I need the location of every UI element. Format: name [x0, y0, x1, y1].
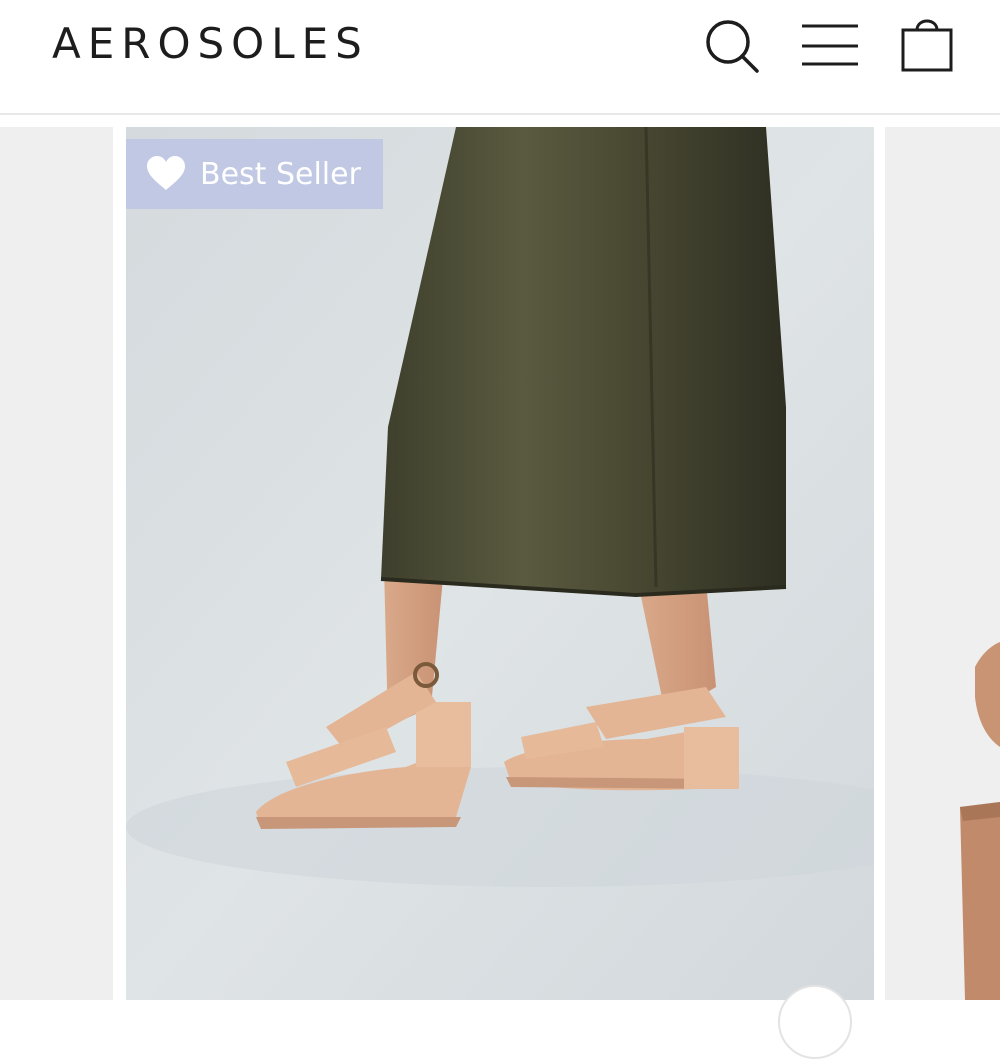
carousel-control-button[interactable]: [778, 985, 852, 1059]
brand-logo[interactable]: AEROSOLES: [52, 18, 369, 70]
badge-label: Best Seller: [200, 156, 361, 192]
search-icon[interactable]: [700, 14, 764, 78]
product-image-carousel[interactable]: Best Seller: [0, 127, 1000, 1059]
best-seller-badge: Best Seller: [126, 139, 383, 209]
next-slide-peek[interactable]: [885, 127, 1000, 1000]
heart-icon: [147, 156, 185, 190]
previous-slide-peek[interactable]: [0, 127, 113, 1000]
menu-icon[interactable]: [798, 14, 862, 78]
product-photo[interactable]: [126, 127, 874, 1000]
site-header: AEROSOLES: [0, 0, 1000, 115]
shopping-bag-icon[interactable]: [896, 12, 960, 76]
